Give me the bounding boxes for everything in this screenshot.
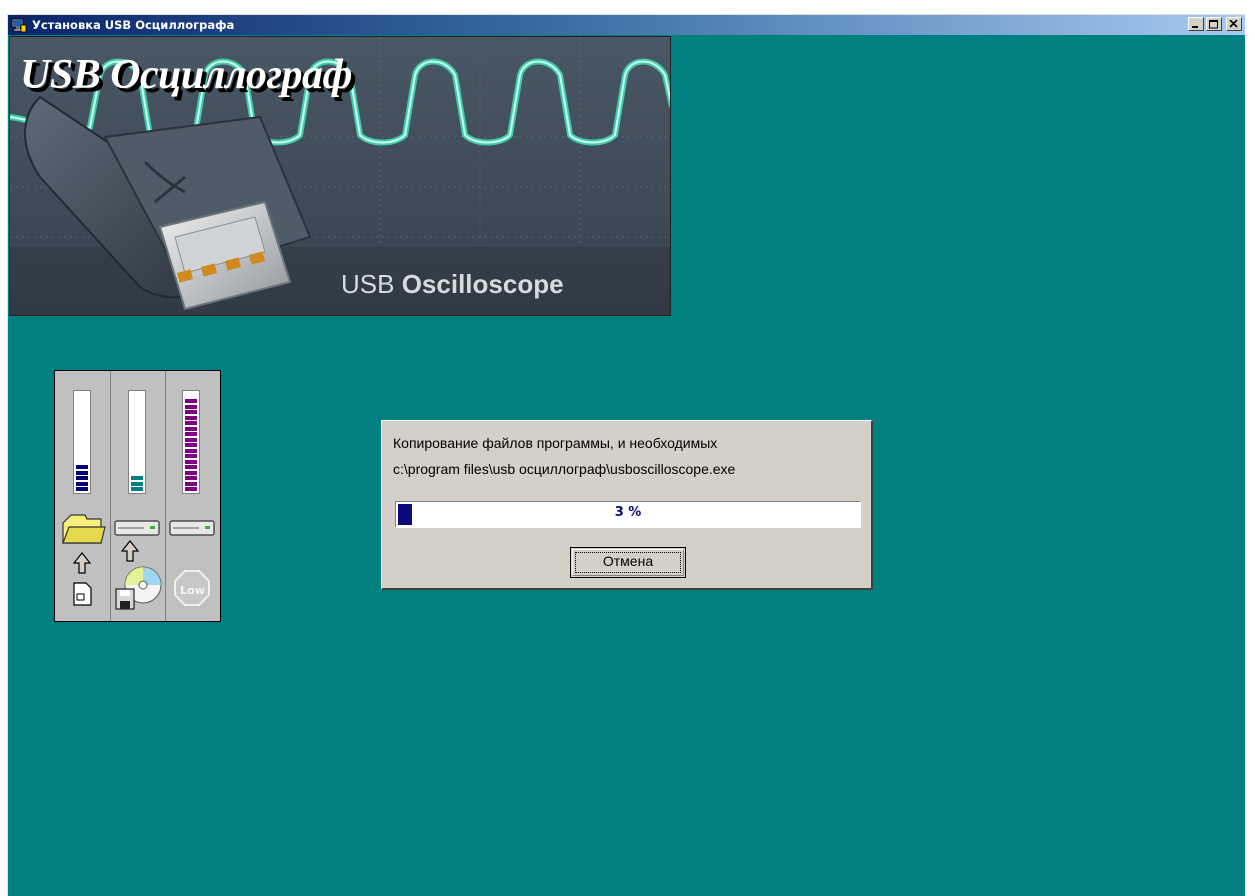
gauge-segment [185, 487, 197, 491]
gauge-segment [185, 465, 197, 469]
gauge-bar-disk [128, 390, 146, 494]
cancel-button-label: Отмена [602, 553, 654, 569]
gauge-segment [185, 426, 197, 431]
gauge-segment [185, 421, 197, 425]
gauge-segment [185, 410, 197, 414]
close-button[interactable] [1226, 17, 1242, 31]
gauge-segment [76, 470, 88, 475]
drive-low-icon [169, 520, 215, 606]
gauge-destination-folder [55, 371, 111, 621]
low-label: Low [180, 584, 205, 597]
gauge-segment [76, 487, 88, 491]
gauge-segment [76, 476, 88, 480]
banner-subtitle: USB Oscilloscope [341, 269, 564, 300]
gauge-segment [185, 404, 197, 409]
gauge-segment [185, 481, 197, 486]
window-controls [1188, 17, 1242, 31]
gauge-segment [131, 487, 143, 491]
gauge-segment [185, 432, 197, 436]
gauge-hard-disk [110, 371, 166, 621]
gauge-segment [131, 481, 143, 486]
minimize-icon [1192, 26, 1198, 28]
progress-bar: 3 % [395, 501, 861, 528]
current-file-path: c:\program files\usb осциллограф\usbosci… [393, 461, 736, 477]
gauge-segment [185, 448, 197, 453]
progress-percent: 3 % [614, 505, 642, 520]
banner-subtitle-prefix: USB [341, 269, 395, 299]
gauge-bar-memory [182, 390, 200, 494]
cancel-button[interactable]: Отмена [570, 547, 686, 578]
status-message: Копирование файлов программы, и необходи… [393, 435, 718, 451]
gauge-segment [185, 437, 197, 442]
gauge-segment [185, 443, 197, 447]
gauge-memory: Low [165, 371, 220, 621]
product-banner: USB Осциллограф USB Oscilloscope [9, 36, 671, 316]
banner-subtitle-bold: Oscilloscope [401, 269, 564, 299]
window-title: Установка USB Осциллографа [32, 18, 235, 32]
banner-title: USB Осциллограф [20, 52, 353, 98]
maximize-icon [1209, 20, 1218, 29]
installer-window: Установка USB Осциллографа USB Осциллогр… [7, 14, 1245, 896]
gauge-segment [185, 476, 197, 480]
gauge-bar-destination [73, 390, 91, 494]
copy-progress-dialog: Копирование файлов программы, и необходи… [381, 420, 873, 590]
gauge-segment [185, 454, 197, 458]
gauge-segment [76, 465, 88, 469]
resource-gauges-panel: Low [54, 370, 221, 622]
maximize-button[interactable] [1206, 17, 1222, 31]
gauge-segment [131, 476, 143, 480]
gauge-segment [185, 415, 197, 420]
minimize-button[interactable] [1188, 17, 1204, 31]
gauge-segment [76, 481, 88, 486]
gauge-segment [185, 399, 197, 403]
folder-icon [62, 514, 106, 606]
gauge-segment [185, 459, 197, 464]
installer-app-icon[interactable] [11, 17, 27, 33]
gauge-segment [185, 470, 197, 475]
hard-disk-icon [114, 520, 162, 610]
title-bar[interactable]: Установка USB Осциллографа [8, 15, 1245, 35]
close-icon [1229, 20, 1238, 28]
